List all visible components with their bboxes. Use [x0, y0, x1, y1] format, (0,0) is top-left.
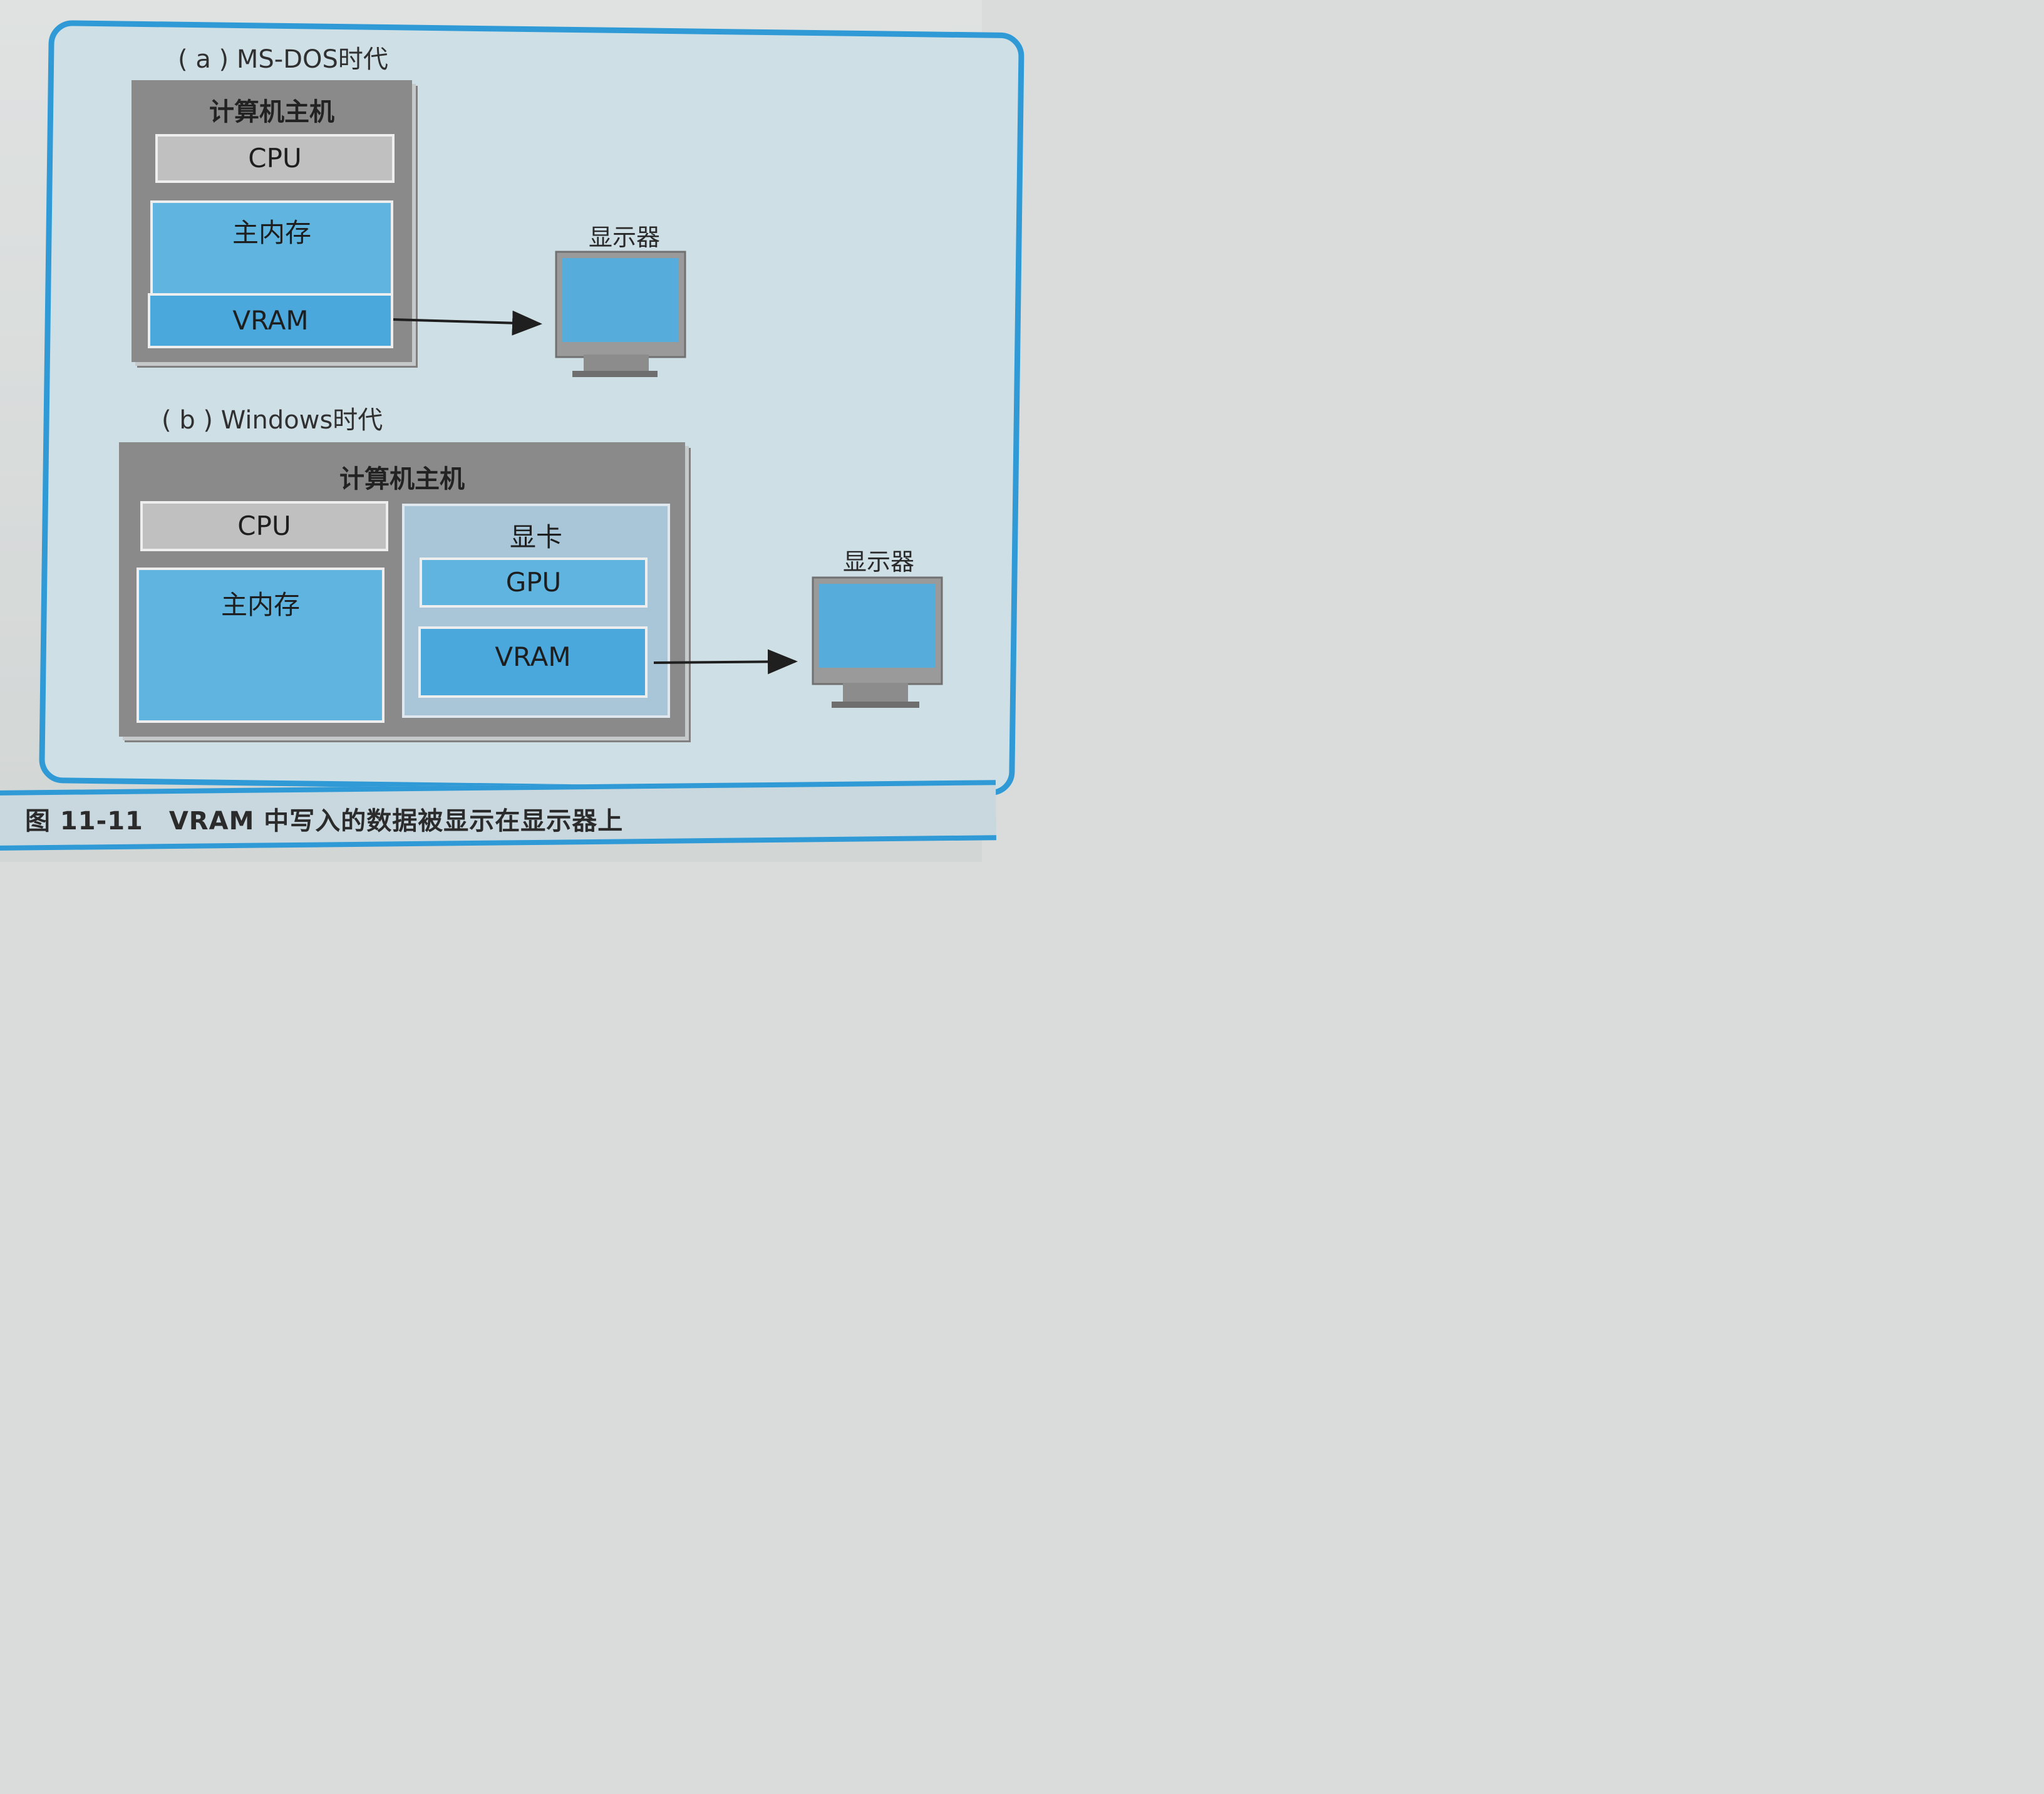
section-a-arrow	[393, 310, 542, 336]
figure-caption: 图 11-11 VRAM 中写入的数据被显示在显示器上	[25, 807, 624, 836]
section-a-monitor-icon	[555, 251, 686, 377]
section-b-arrow	[653, 649, 798, 675]
section-b-monitor-icon	[812, 576, 943, 708]
diagram-overlay	[393, 251, 943, 708]
